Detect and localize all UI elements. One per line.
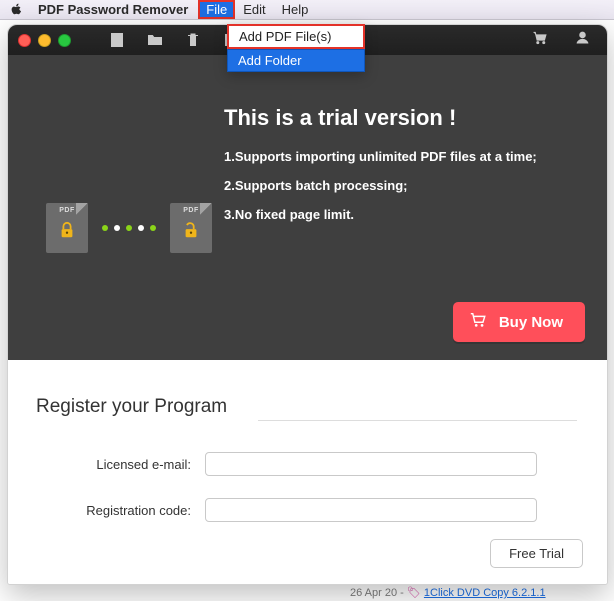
- app-name[interactable]: PDF Password Remover: [32, 0, 196, 19]
- arrow-dots-icon: [96, 225, 162, 231]
- trial-feature-2: 2.Supports batch processing;: [224, 178, 581, 193]
- divider: [258, 420, 577, 421]
- system-menu-bar: PDF Password Remover File Edit Help: [0, 0, 614, 20]
- trial-banner: PDF PDF This is a trial version ! 1.Supp…: [8, 55, 607, 360]
- buy-now-label: Buy Now: [499, 314, 563, 331]
- menu-edit[interactable]: Edit: [235, 0, 273, 19]
- email-field[interactable]: [205, 452, 537, 476]
- tag-icon: 🏷: [407, 587, 421, 599]
- close-window-icon[interactable]: [18, 34, 31, 47]
- trash-icon[interactable]: [185, 32, 201, 48]
- apple-icon[interactable]: [0, 3, 32, 16]
- file-dropdown: Add PDF File(s) Add Folder: [227, 24, 365, 72]
- zoom-window-icon[interactable]: [58, 34, 71, 47]
- free-trial-button[interactable]: Free Trial: [490, 539, 583, 568]
- menu-add-folder[interactable]: Add Folder: [227, 49, 365, 72]
- file-icon[interactable]: [109, 32, 125, 48]
- cart-icon[interactable]: [531, 29, 548, 51]
- app-window: PDF PDF This is a trial version ! 1.Supp…: [7, 24, 608, 585]
- registration-code-field[interactable]: [205, 498, 537, 522]
- trial-feature-3: 3.No fixed page limit.: [224, 207, 581, 222]
- pdf-unlocked-icon: PDF: [170, 203, 212, 253]
- background-link[interactable]: 1Click DVD Copy 6.2.1.1: [424, 587, 546, 599]
- title-bar-right: [531, 29, 591, 51]
- menu-file[interactable]: File: [198, 0, 235, 19]
- user-icon[interactable]: [574, 29, 591, 51]
- window-controls: [18, 34, 71, 47]
- buy-now-button[interactable]: Buy Now: [453, 302, 585, 342]
- menu-add-pdf-files[interactable]: Add PDF File(s): [227, 24, 365, 49]
- register-panel: Register your Program Licensed e-mail: R…: [8, 360, 607, 584]
- pdf-unlock-illustration: PDF PDF: [34, 115, 224, 340]
- cart-icon: [469, 311, 487, 333]
- email-label: Licensed e-mail:: [36, 457, 191, 472]
- minimize-window-icon[interactable]: [38, 34, 51, 47]
- background-date: 26 Apr 20 -: [350, 587, 407, 599]
- trial-feature-1: 1.Supports importing unlimited PDF files…: [224, 149, 581, 164]
- menu-help[interactable]: Help: [274, 0, 317, 19]
- trial-title: This is a trial version !: [224, 105, 581, 131]
- code-label: Registration code:: [36, 503, 191, 518]
- register-heading: Register your Program: [36, 396, 579, 418]
- background-list-item: 26 Apr 20 - 🏷 1Click DVD Copy 6.2.1.1: [350, 586, 546, 599]
- folder-icon[interactable]: [147, 32, 163, 48]
- pdf-locked-icon: PDF: [46, 203, 88, 253]
